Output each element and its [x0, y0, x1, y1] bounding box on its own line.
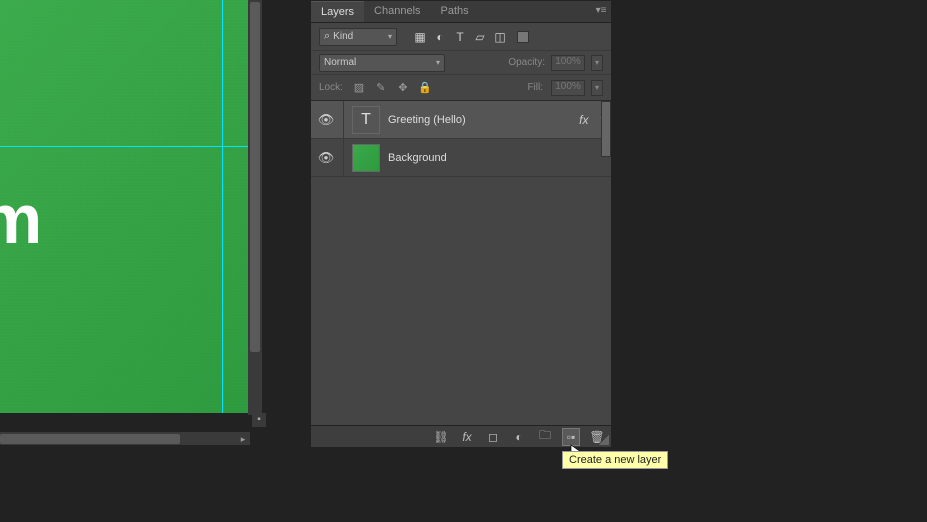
- layer-list-scrollbar[interactable]: [601, 101, 611, 157]
- filter-toggle-switch[interactable]: [517, 31, 529, 43]
- panel-bottom-bar: ⛓ fx ◻ ◐ 🗀 ▫▪ 🗑: [311, 425, 611, 447]
- panel-tabs: Layers Channels Paths ▾≡: [311, 1, 611, 23]
- layer-row-greeting[interactable]: 👁 T Greeting (Hello) fx ▾: [311, 101, 611, 139]
- chevron-down-icon: ▾: [436, 58, 440, 67]
- layer-filter-row: ⌕ Kind ▾ ▦ ◐ T ▱ ◫: [311, 23, 611, 51]
- layer-thumbnail-text[interactable]: T: [352, 106, 380, 134]
- tab-layers[interactable]: Layers: [311, 1, 364, 22]
- opacity-label: Opacity:: [508, 57, 545, 68]
- lock-image-icon[interactable]: ✎: [373, 80, 389, 96]
- lock-position-icon[interactable]: ✥: [395, 80, 411, 96]
- canvas-area: ! • m ▸ ▪: [0, 0, 268, 445]
- tab-channels[interactable]: Channels: [364, 1, 430, 22]
- lock-label: Lock:: [319, 82, 343, 93]
- layer-name[interactable]: Background: [388, 152, 447, 164]
- filter-kind-select[interactable]: ⌕ Kind ▾: [319, 28, 397, 46]
- visibility-toggle-icon[interactable]: 👁: [317, 150, 335, 166]
- guide-horizontal[interactable]: [0, 146, 248, 147]
- filter-shape-icon[interactable]: ▱: [473, 30, 487, 44]
- panel-flyout-menu[interactable]: ▾≡: [591, 1, 611, 22]
- layers-panel: Layers Channels Paths ▾≡ ⌕ Kind ▾ ▦ ◐ T …: [310, 0, 612, 448]
- new-layer-icon[interactable]: ▫▪: [563, 429, 579, 445]
- canvas-vertical-scrollbar[interactable]: [248, 0, 262, 415]
- blend-opacity-row: Normal ▾ Opacity: 100% ▾: [311, 51, 611, 75]
- layer-group-icon[interactable]: 🗀: [537, 429, 553, 445]
- lock-transparency-icon[interactable]: ▨: [351, 80, 367, 96]
- fill-label: Fill:: [527, 82, 543, 93]
- layer-row-background[interactable]: 👁 Background: [311, 139, 611, 177]
- lock-fill-row: Lock: ▨ ✎ ✥ 🔒 Fill: 100% ▾: [311, 75, 611, 101]
- canvas-horizontal-scrollbar[interactable]: ▸: [0, 431, 250, 445]
- zoom-indicator[interactable]: ▪: [252, 413, 266, 427]
- tooltip: Create a new layer: [562, 451, 668, 469]
- filter-type-icon[interactable]: T: [453, 30, 467, 44]
- search-icon: ⌕: [324, 30, 330, 43]
- panel-resize-grip[interactable]: [599, 435, 609, 445]
- guide-vertical[interactable]: [222, 0, 223, 413]
- layer-mask-icon[interactable]: ◻: [485, 429, 501, 445]
- opacity-dropdown[interactable]: ▾: [591, 55, 603, 71]
- filter-adjustment-icon[interactable]: ◐: [433, 30, 447, 44]
- filter-pixel-icon[interactable]: ▦: [413, 30, 427, 44]
- chevron-down-icon: ▾: [388, 32, 392, 41]
- layer-thumbnail[interactable]: [352, 144, 380, 172]
- layer-fx-indicator[interactable]: fx: [579, 113, 588, 127]
- adjustment-layer-icon[interactable]: ◐: [511, 429, 527, 445]
- filter-smartobject-icon[interactable]: ◫: [493, 30, 507, 44]
- visibility-toggle-icon[interactable]: 👁: [317, 112, 335, 128]
- layer-list: 👁 T Greeting (Hello) fx ▾ 👁 Background: [311, 101, 611, 425]
- opacity-input[interactable]: 100%: [551, 55, 585, 71]
- layer-name[interactable]: Greeting (Hello): [388, 114, 466, 126]
- document-canvas[interactable]: ! • m: [0, 0, 248, 413]
- fill-dropdown[interactable]: ▾: [591, 80, 603, 96]
- layer-style-icon[interactable]: fx: [459, 429, 475, 445]
- canvas-content: ! • m: [0, 70, 40, 251]
- blend-mode-select[interactable]: Normal ▾: [319, 54, 445, 72]
- tab-paths[interactable]: Paths: [431, 1, 479, 22]
- link-layers-icon[interactable]: ⛓: [433, 429, 449, 445]
- fill-input[interactable]: 100%: [551, 80, 585, 96]
- lock-all-icon[interactable]: 🔒: [417, 80, 433, 96]
